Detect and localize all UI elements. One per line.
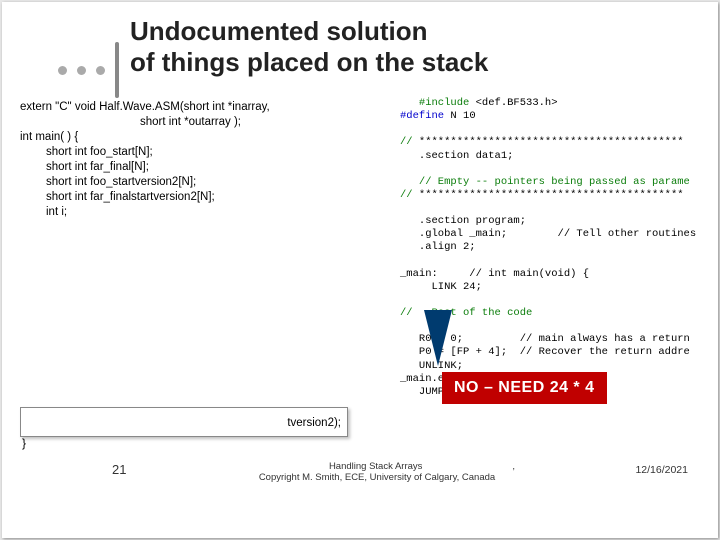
- bullet-dot: [77, 66, 86, 75]
- overlay-tail: tversion2);: [287, 408, 341, 438]
- code-text: #define: [400, 110, 444, 122]
- closing-brace: }: [22, 436, 26, 450]
- footer-marker: ,: [512, 461, 515, 472]
- code-line: extern "C" void Half.Wave.ASM(short int …: [20, 101, 270, 113]
- code-line: short int far_final[N];: [20, 160, 400, 175]
- left-code-block: extern "C" void Half.Wave.ASM(short int …: [20, 100, 400, 220]
- code-text: LINK 24;: [400, 281, 482, 293]
- code-text: //: [400, 136, 419, 148]
- bullet-dot: [58, 66, 67, 75]
- footer-copyright: Copyright M. Smith, ECE, University of C…: [259, 472, 495, 483]
- page-title: Undocumented solution of things placed o…: [130, 16, 488, 78]
- code-text: //: [400, 189, 419, 201]
- code-text: .align 2;: [400, 241, 476, 253]
- code-text: ****************************************…: [419, 189, 684, 201]
- title-line2: of things placed on the stack: [130, 47, 488, 78]
- overlay-strip: tversion2);: [20, 407, 348, 437]
- code-text: _main: // int main(void) {: [400, 268, 589, 280]
- footer-title: Handling Stack Arrays: [329, 461, 422, 472]
- title-bullets: [58, 42, 119, 98]
- code-line: int i;: [20, 205, 400, 220]
- warning-box: NO – NEED 24 * 4: [442, 372, 607, 404]
- footer-center: Handling Stack Arrays, Copyright M. Smit…: [242, 461, 512, 484]
- slide: Undocumented solution of things placed o…: [2, 2, 718, 538]
- code-text: .section program;: [400, 215, 526, 227]
- code-text: #include: [400, 97, 476, 109]
- title-line1: Undocumented solution: [130, 16, 488, 47]
- code-text: N 10: [444, 110, 476, 122]
- code-text: <def.BF533.h>: [476, 97, 558, 109]
- bullet-bar: [115, 42, 119, 98]
- code-text: // Empty -- pointers being passed as par…: [400, 176, 690, 188]
- code-line: short int foo_start[N];: [20, 145, 400, 160]
- code-line: short int *outarray );: [20, 115, 400, 130]
- code-text: // Rest of the code: [400, 307, 532, 319]
- code-line: short int foo_startversion2[N];: [20, 175, 400, 190]
- slide-number: 21: [112, 462, 126, 477]
- code-line: int main( ) {: [20, 131, 78, 143]
- code-line: short int far_finalstartversion2[N];: [20, 190, 400, 205]
- bullet-dot: [96, 66, 105, 75]
- code-text: ****************************************…: [419, 136, 684, 148]
- code-text: .section data1;: [400, 150, 513, 162]
- arrow-down-icon: [424, 310, 452, 366]
- code-text: .global _main; // Tell other routines: [400, 228, 696, 240]
- footer-date: 12/16/2021: [635, 464, 688, 476]
